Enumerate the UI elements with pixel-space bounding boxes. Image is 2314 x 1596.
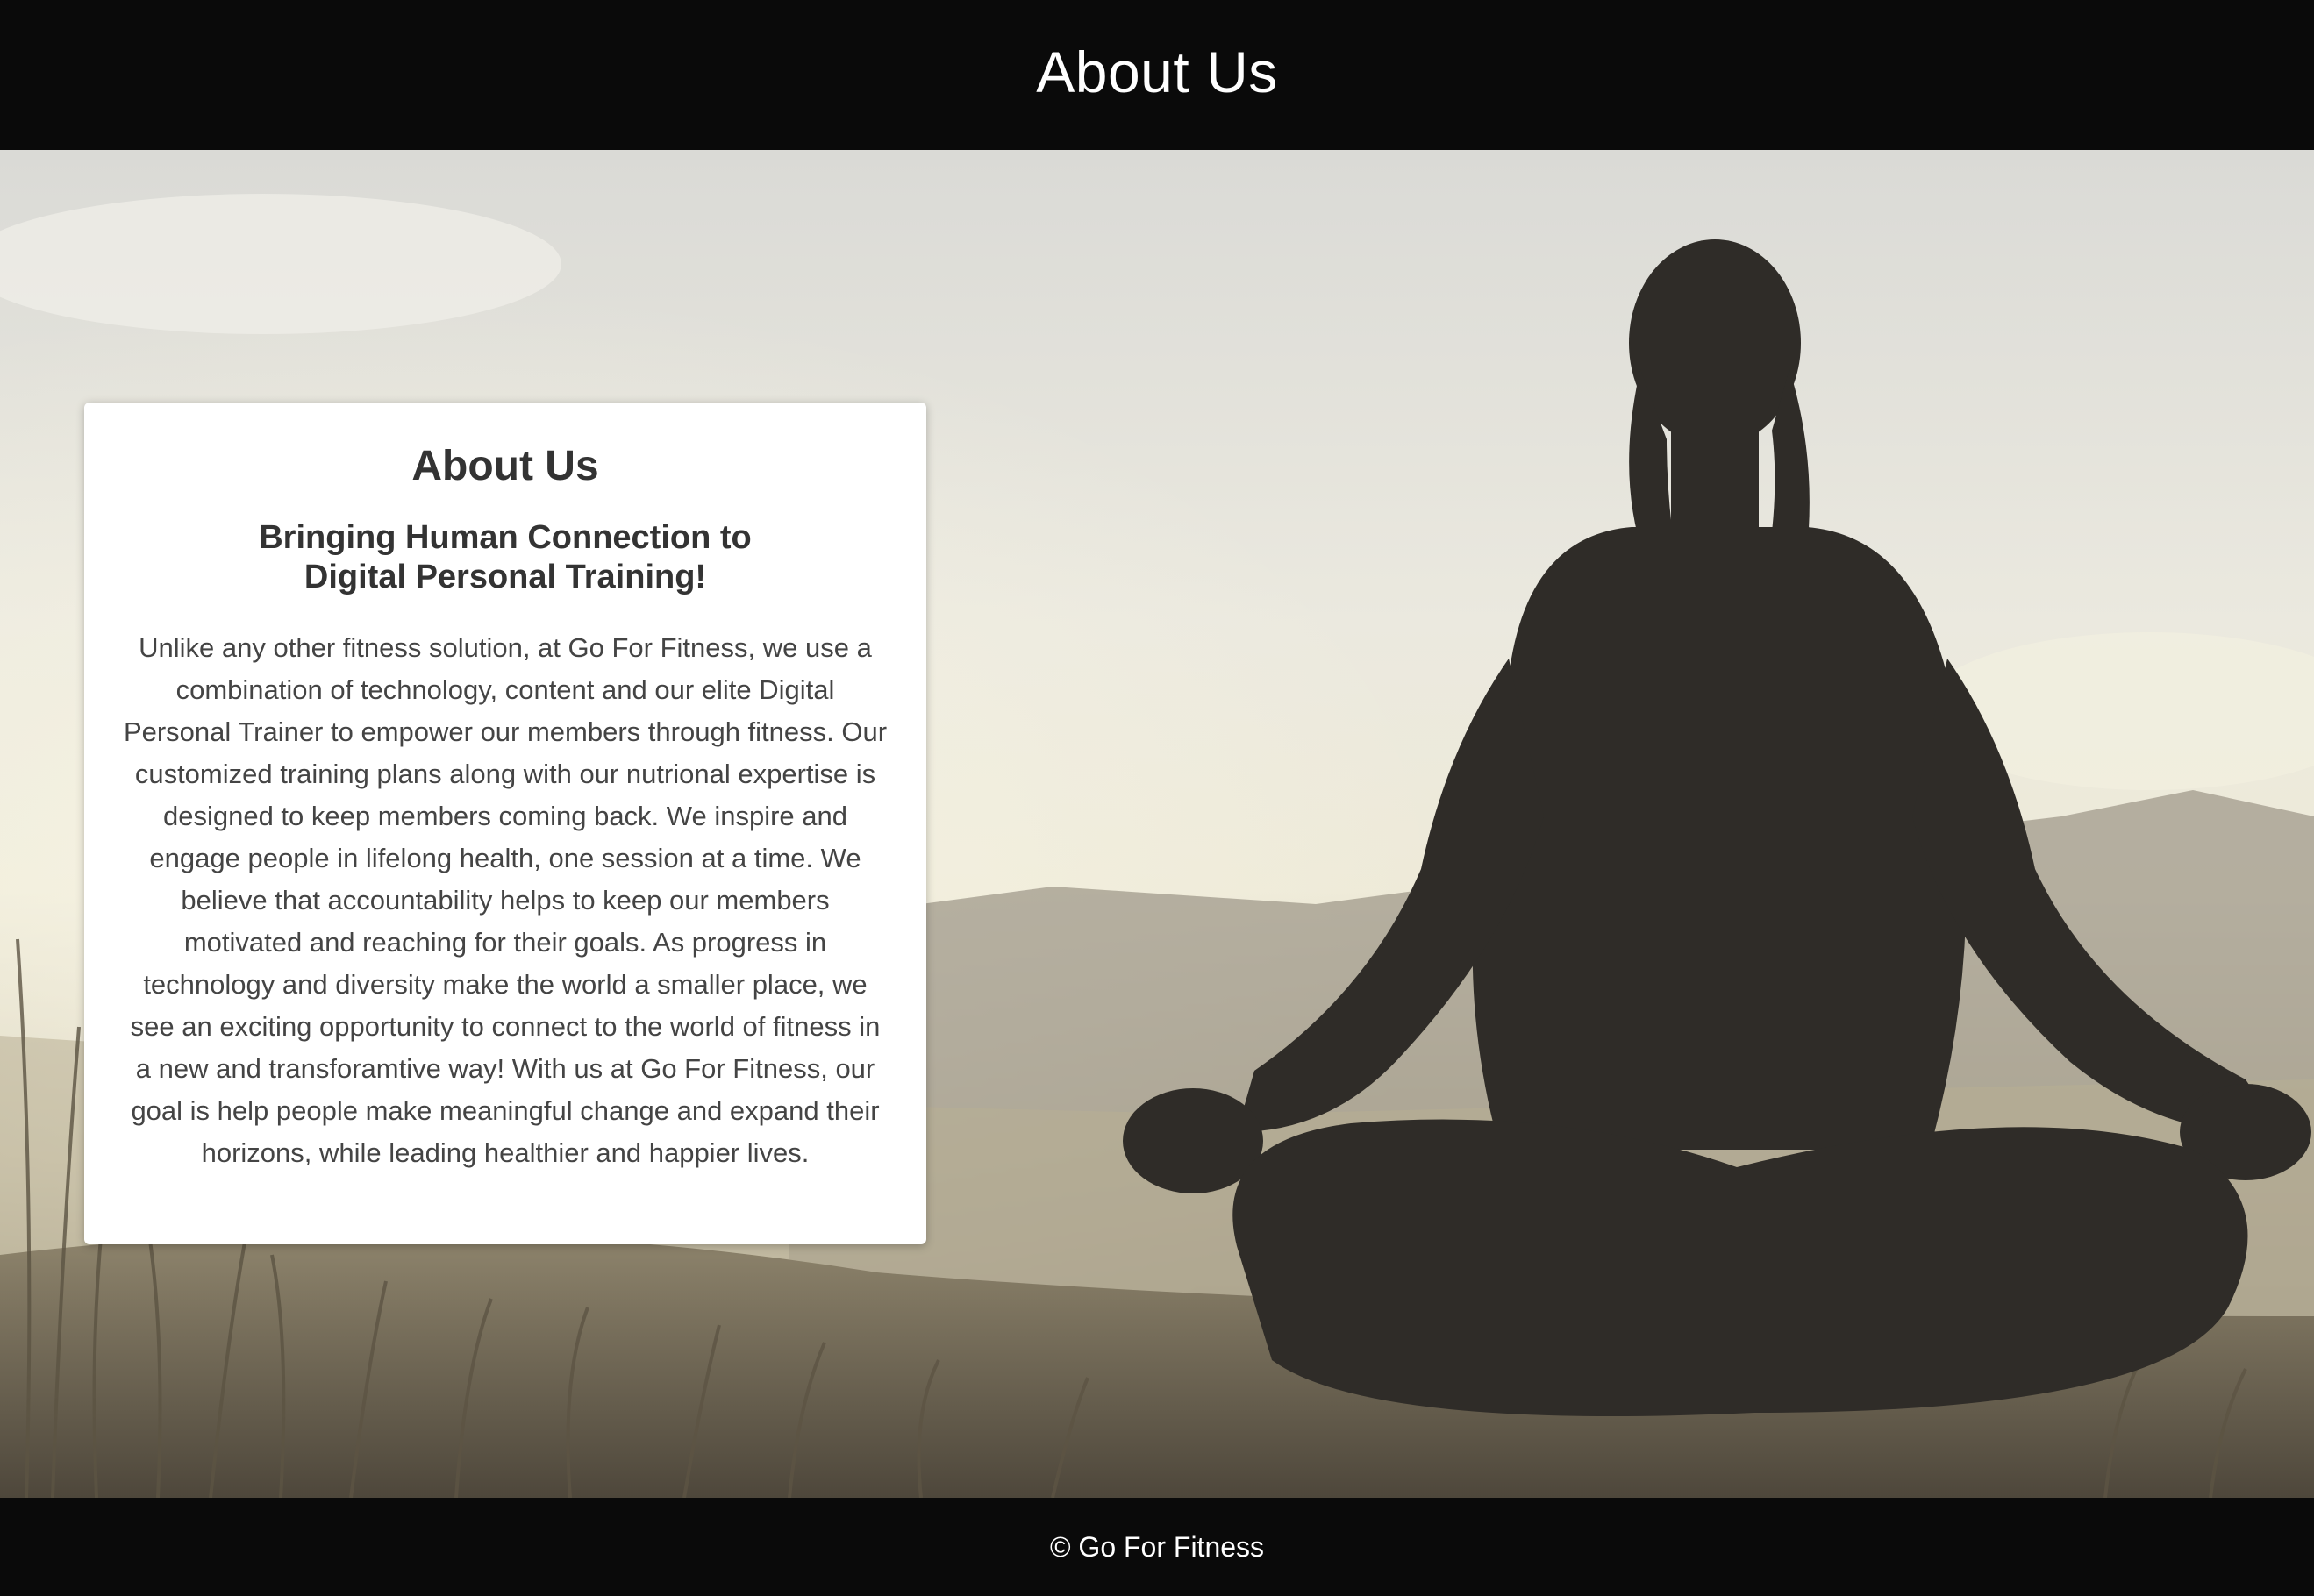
page-title: About Us [1036, 39, 1278, 104]
card-subtitle: Bringing Human Connection to Digital Per… [259, 519, 752, 595]
top-header: About Us [0, 0, 2314, 150]
page-footer: © Go For Fitness [0, 1498, 2314, 1596]
card-body-text: Unlike any other fitness solution, at Go… [123, 632, 888, 1168]
copyright-text: © Go For Fitness [1049, 1530, 1265, 1563]
about-page: About Us About Us Bringing Human Connect… [0, 0, 2314, 1596]
about-card: About Us Bringing Human Connection to Di… [84, 403, 926, 1244]
hero-section: About Us Bringing Human Connection to Di… [0, 150, 2314, 1498]
card-title: About Us [411, 443, 599, 489]
